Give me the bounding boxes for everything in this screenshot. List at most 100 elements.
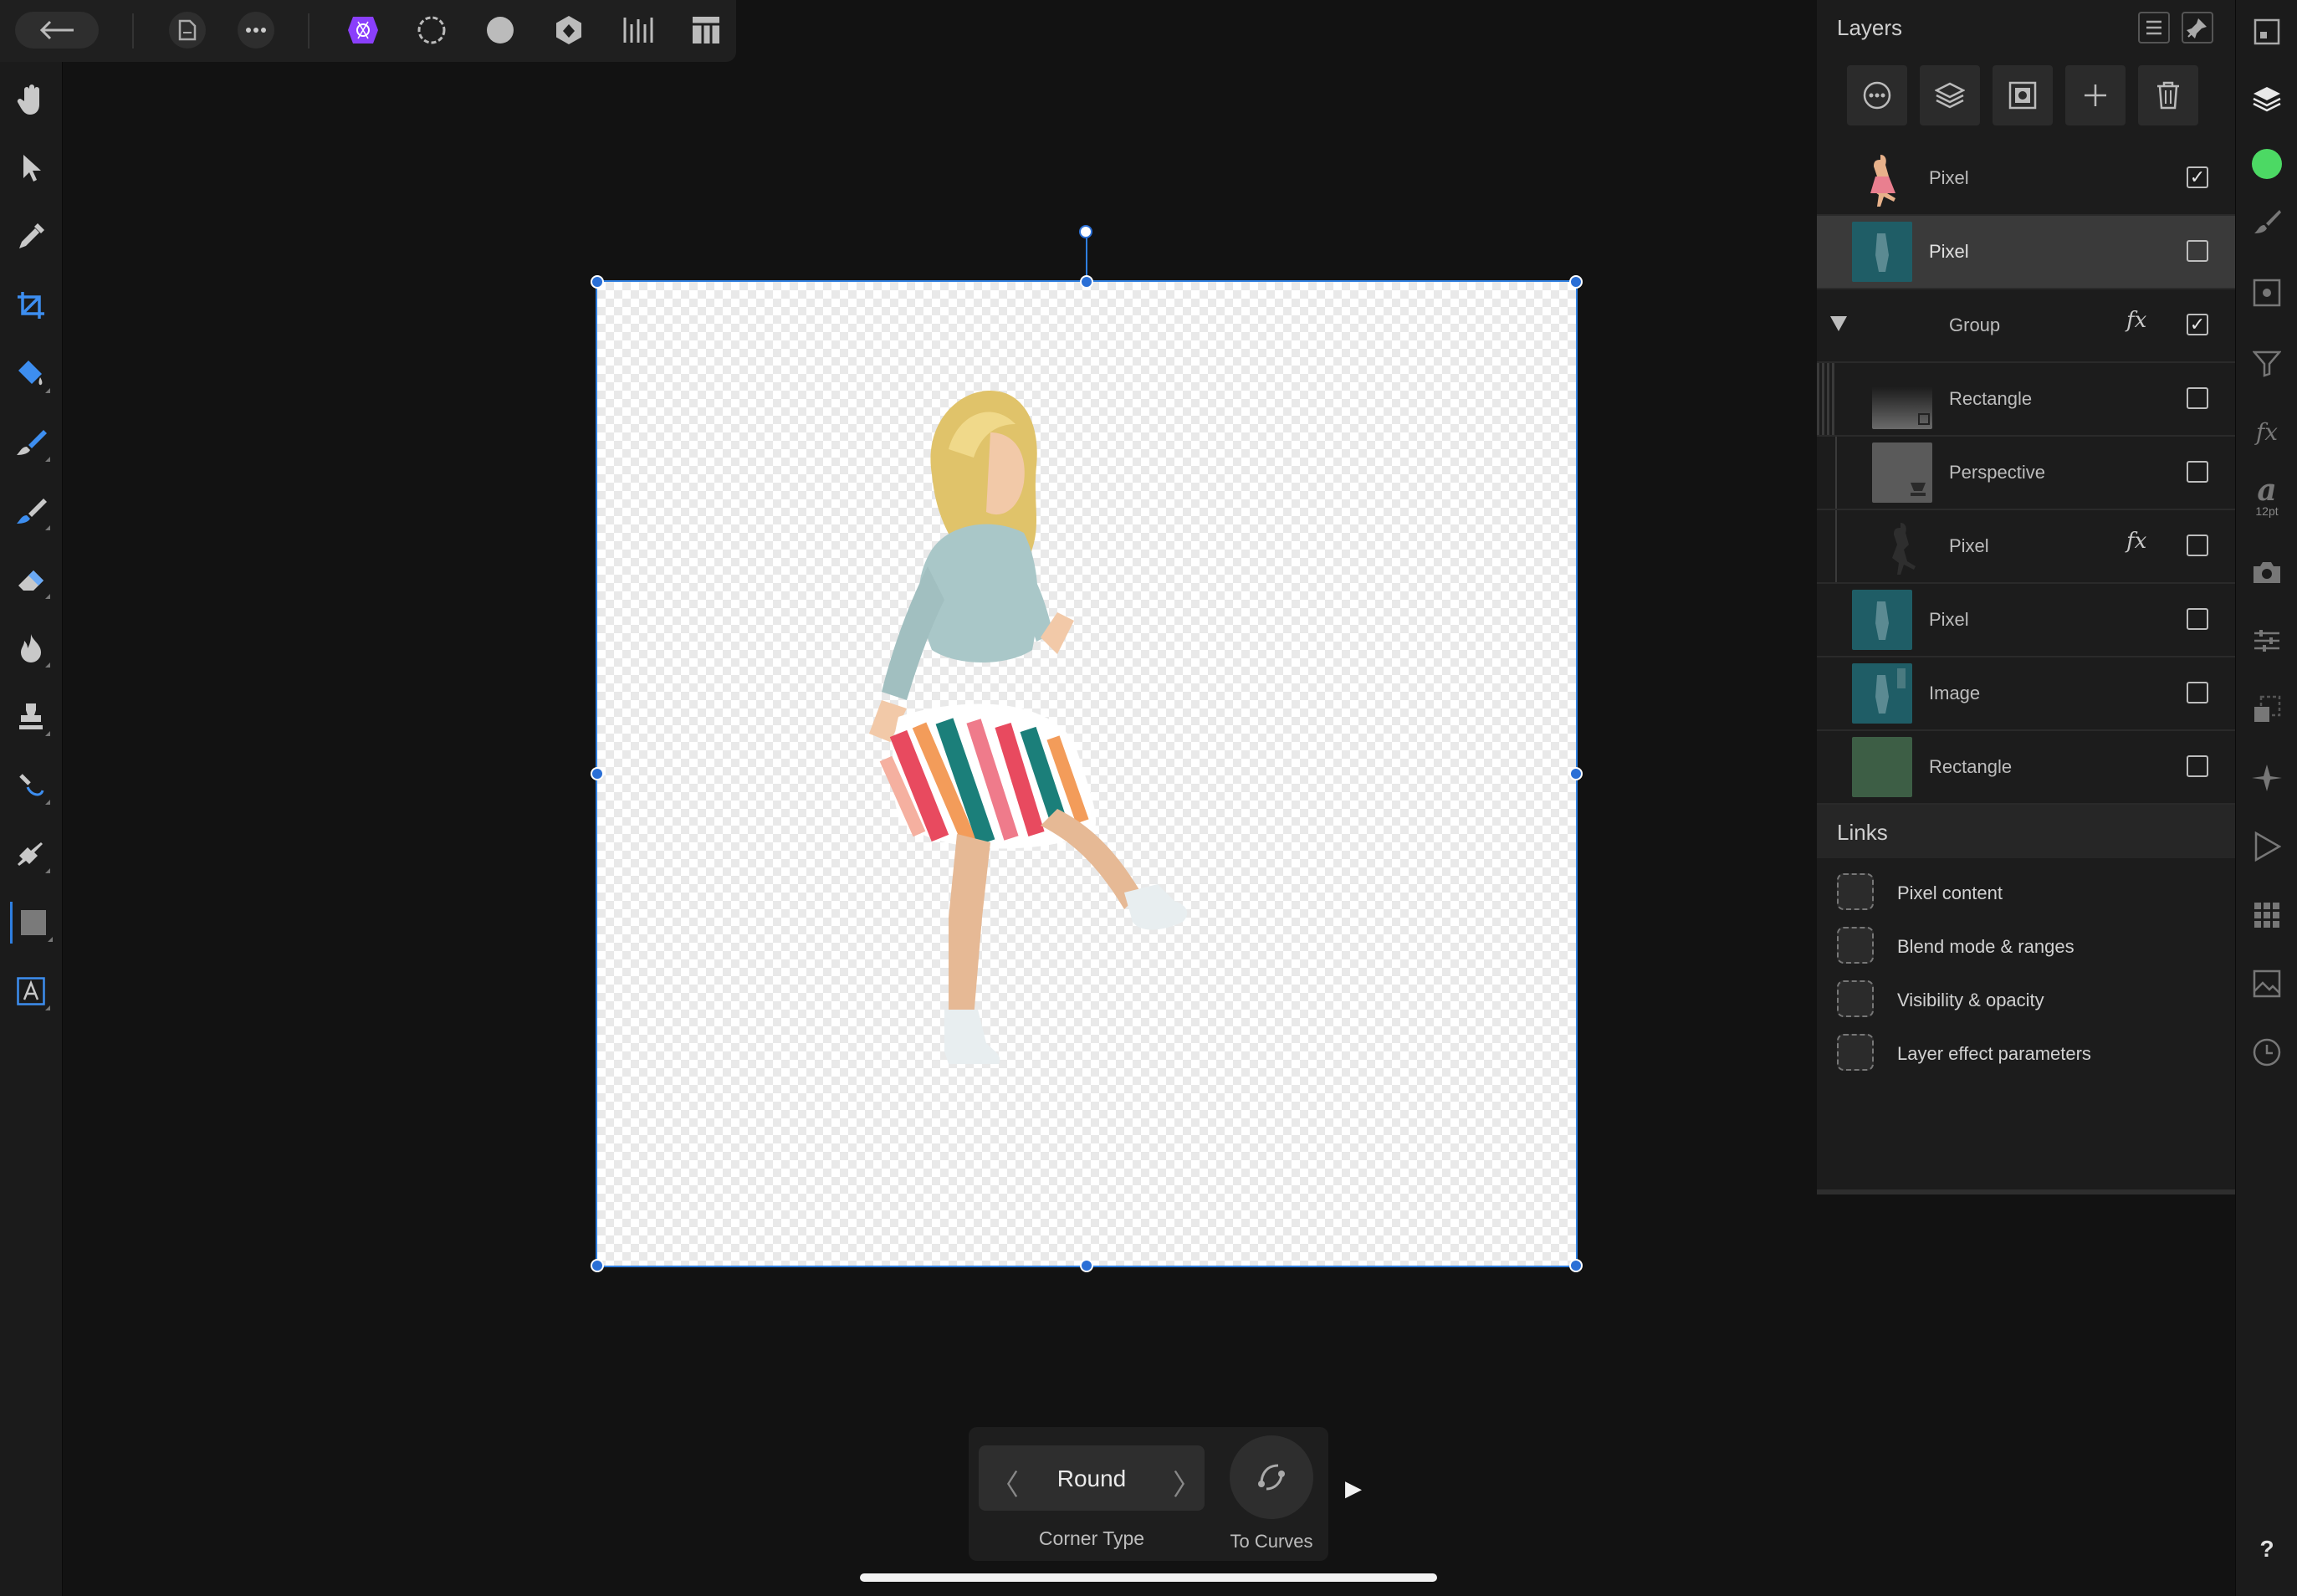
- layer-visibility-checkbox[interactable]: [2187, 682, 2208, 703]
- resize-handle-bottom-right[interactable]: [1569, 1259, 1583, 1272]
- expand-context-arrow-icon[interactable]: ▶: [1345, 1476, 1362, 1501]
- back-button[interactable]: [15, 12, 99, 49]
- layer-row-image[interactable]: Image: [1817, 657, 2235, 731]
- burn-brush-tool[interactable]: [10, 627, 52, 669]
- crop-tool[interactable]: [10, 284, 52, 326]
- clone-brush-tool[interactable]: [10, 696, 52, 738]
- layer-row-rectangle-child[interactable]: Rectangle: [1817, 363, 2235, 437]
- fx-icon[interactable]: fx: [2126, 308, 2146, 333]
- view-mode-button[interactable]: [688, 12, 724, 49]
- layer-thumbnail: [1872, 442, 1932, 503]
- panel-pin-button[interactable]: [2182, 12, 2213, 43]
- hand-tool[interactable]: [10, 79, 52, 120]
- layer-visibility-checkbox[interactable]: [2187, 240, 2208, 262]
- paint-bucket-icon: [18, 361, 43, 386]
- layer-row-pixel-2[interactable]: Pixel: [1817, 216, 2235, 289]
- layer-visibility-checkbox[interactable]: [2187, 755, 2208, 777]
- resize-handle-bottom-left[interactable]: [591, 1259, 604, 1272]
- panel-menu-button[interactable]: [2138, 12, 2170, 43]
- colour-studio-button[interactable]: [2247, 144, 2287, 184]
- navigator-compass-button[interactable]: [2247, 758, 2287, 798]
- document-canvas[interactable]: [596, 280, 1578, 1267]
- resize-handle-left[interactable]: [591, 767, 604, 780]
- layer-row-pixel-child[interactable]: Pixel fx: [1817, 510, 2235, 584]
- history-studio-button[interactable]: [2247, 1032, 2287, 1072]
- image-studio-button[interactable]: [2247, 964, 2287, 1004]
- layer-visibility-checkbox[interactable]: ✓: [2187, 166, 2208, 188]
- rectangle-tool[interactable]: [10, 902, 54, 944]
- liquify-persona-button[interactable]: [413, 12, 450, 49]
- adjustment-button[interactable]: [1993, 65, 2053, 125]
- paint-brush-tool[interactable]: [10, 490, 52, 532]
- layer-visibility-checkbox[interactable]: [2187, 608, 2208, 630]
- fx-icon[interactable]: fx: [2126, 529, 2146, 554]
- disclosure-triangle-icon[interactable]: [1830, 316, 1847, 331]
- layers-panel-header: Layers: [1817, 0, 2235, 54]
- sliders-icon: [2254, 630, 2279, 652]
- rotation-handle[interactable]: [1079, 225, 1092, 238]
- link-blend-mode[interactable]: Blend mode & ranges: [1837, 927, 2222, 964]
- text-tool[interactable]: [10, 970, 52, 1012]
- resize-handle-top-right[interactable]: [1569, 275, 1583, 289]
- resize-handle-top[interactable]: [1080, 275, 1093, 289]
- layer-row-group[interactable]: Group fx ✓: [1817, 289, 2235, 363]
- navigator-button[interactable]: [2247, 12, 2287, 52]
- more-button[interactable]: [238, 12, 274, 49]
- panel-title: Layers: [1837, 15, 1903, 40]
- pen-tool[interactable]: [10, 833, 52, 875]
- link-layer-effects[interactable]: Layer effect parameters: [1837, 1034, 2222, 1071]
- link-checkbox[interactable]: [1837, 980, 1874, 1017]
- layer-name: Pixel: [1929, 241, 1969, 262]
- layers-studio-button[interactable]: [2247, 79, 2287, 119]
- play-outline-icon: [2254, 831, 2281, 862]
- selection-brush-tool[interactable]: [10, 422, 52, 463]
- effects-studio-button[interactable]: fx: [2247, 412, 2287, 452]
- history-transform-button[interactable]: [2247, 689, 2287, 729]
- develop-persona-button[interactable]: [482, 12, 519, 49]
- erase-brush-tool[interactable]: [10, 559, 52, 601]
- healing-brush-tool[interactable]: [10, 765, 52, 806]
- layer-mask-button[interactable]: [1920, 65, 1980, 125]
- stock-studio-button[interactable]: [2247, 552, 2287, 592]
- macro-play-button[interactable]: [2247, 826, 2287, 867]
- filters-studio-button[interactable]: [2247, 343, 2287, 383]
- chevron-right-icon[interactable]: 〉: [1173, 1462, 1201, 1503]
- link-pixel-content[interactable]: Pixel content: [1837, 873, 2222, 910]
- photo-persona-button[interactable]: [345, 12, 381, 49]
- layer-row-pixel-1[interactable]: Pixel ✓: [1817, 142, 2235, 216]
- layer-visibility-checkbox[interactable]: [2187, 461, 2208, 483]
- layer-row-rectangle[interactable]: Rectangle: [1817, 731, 2235, 805]
- text-styles-studio-button[interactable]: a 12pt: [2247, 475, 2287, 518]
- swatches-studio-button[interactable]: [2247, 895, 2287, 935]
- move-tool[interactable]: [10, 147, 52, 189]
- layer-row-perspective[interactable]: Perspective: [1817, 437, 2235, 510]
- color-picker-tool[interactable]: [10, 216, 52, 258]
- brushes-studio-button[interactable]: [2247, 202, 2287, 243]
- blend-options-button[interactable]: [1847, 65, 1907, 125]
- resize-handle-right[interactable]: [1569, 767, 1583, 780]
- link-checkbox[interactable]: [1837, 927, 1874, 964]
- layer-visibility-checkbox[interactable]: [2187, 535, 2208, 556]
- healing-brush-icon: [19, 774, 44, 796]
- layer-name: Rectangle: [1949, 388, 2033, 409]
- add-layer-button[interactable]: [2065, 65, 2126, 125]
- flood-fill-tool[interactable]: [10, 353, 52, 395]
- export-persona-button[interactable]: [619, 12, 656, 49]
- corner-type-selector[interactable]: 〈 Round 〉: [979, 1445, 1205, 1511]
- link-checkbox[interactable]: [1837, 873, 1874, 910]
- delete-layer-button[interactable]: [2138, 65, 2198, 125]
- link-checkbox[interactable]: [1837, 1034, 1874, 1071]
- to-curves-button[interactable]: [1230, 1435, 1313, 1519]
- layer-visibility-checkbox[interactable]: [2187, 387, 2208, 409]
- resize-handle-top-left[interactable]: [591, 275, 604, 289]
- adjustments-studio-button[interactable]: [2247, 273, 2287, 313]
- transform-studio-button[interactable]: [2247, 621, 2287, 661]
- layer-row-pixel-3[interactable]: Pixel: [1817, 584, 2235, 657]
- resize-handle-bottom[interactable]: [1080, 1259, 1093, 1272]
- help-button[interactable]: ?: [2247, 1529, 2287, 1569]
- layer-visibility-checkbox[interactable]: ✓: [2187, 314, 2208, 335]
- link-visibility[interactable]: Visibility & opacity: [1837, 980, 2222, 1017]
- panel-resize-bar[interactable]: [1817, 1189, 2235, 1194]
- document-button[interactable]: [169, 12, 206, 49]
- tone-mapping-persona-button[interactable]: [550, 12, 587, 49]
